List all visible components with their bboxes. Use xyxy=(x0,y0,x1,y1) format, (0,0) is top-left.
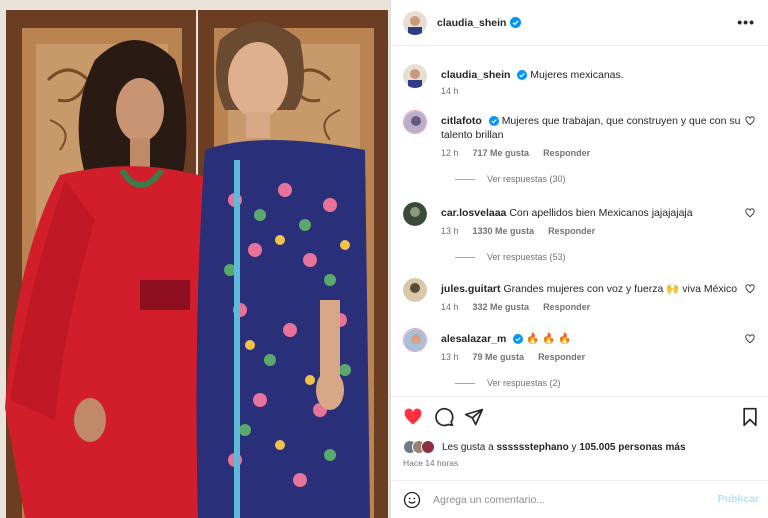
verified-badge-icon xyxy=(513,334,524,344)
reply-button[interactable]: Responder xyxy=(538,352,585,362)
caption-text: Mujeres mexicanas. xyxy=(530,69,624,81)
paper-plane-icon[interactable] xyxy=(464,407,484,427)
verified-badge-icon xyxy=(510,17,522,28)
commenter-avatar[interactable] xyxy=(403,328,427,352)
comment-text: Grandes mujeres con voz y fuerza 🙌 viva … xyxy=(503,283,738,295)
add-comment-bar: Publicar xyxy=(391,480,768,518)
post-side-panel: claudia_shein ••• claudia_shein Mujeres … xyxy=(390,0,768,518)
likes-middle: y xyxy=(571,441,577,453)
caption-time: 14 h xyxy=(441,86,459,96)
divider xyxy=(455,382,475,384)
comment-time: 14 h xyxy=(441,302,459,312)
emoji-smile-icon[interactable] xyxy=(403,491,421,509)
post-photo[interactable] xyxy=(0,0,390,518)
view-replies-label[interactable]: Ver respuestas (53) xyxy=(487,252,566,262)
likes-prefix: Les gusta a xyxy=(442,441,494,453)
comment-bubble-icon[interactable] xyxy=(434,407,454,427)
view-replies[interactable]: Ver respuestas (30) xyxy=(441,174,566,184)
comment-likes[interactable]: 717 Me gusta xyxy=(473,148,530,158)
comment-username[interactable]: jules.guitart xyxy=(441,283,501,295)
post-header: claudia_shein ••• xyxy=(391,0,768,46)
commenter-avatar[interactable] xyxy=(403,202,427,226)
reply-button[interactable]: Responder xyxy=(543,302,590,312)
comment-meta: 13 h 79 Me gusta Responder xyxy=(441,352,585,362)
comment-like-heart-icon[interactable] xyxy=(745,284,755,294)
author-avatar[interactable] xyxy=(403,10,427,35)
bookmark-icon[interactable] xyxy=(741,407,759,427)
divider xyxy=(455,256,475,258)
caption-meta: 14 h xyxy=(441,86,459,96)
heart-filled-icon[interactable] xyxy=(403,407,423,427)
comments-list[interactable]: claudia_shein Mujeres mexicanas. 14 h ci… xyxy=(391,54,768,394)
likes-count[interactable]: 105.005 personas más xyxy=(579,442,685,453)
comment-meta: 14 h 332 Me gusta Responder xyxy=(441,302,590,312)
view-replies[interactable]: Ver respuestas (53) xyxy=(441,252,566,262)
likes-user[interactable]: sssssstephano xyxy=(497,442,569,453)
publish-button[interactable]: Publicar xyxy=(718,493,759,505)
verified-badge-icon xyxy=(517,70,528,80)
comment-likes[interactable]: 332 Me gusta xyxy=(473,302,530,312)
comment-meta: 13 h 1330 Me gusta Responder xyxy=(441,226,595,236)
comment-like-heart-icon[interactable] xyxy=(745,334,755,344)
verified-badge-icon xyxy=(488,116,499,126)
comment-likes[interactable]: 79 Me gusta xyxy=(473,352,525,362)
post-action-bar xyxy=(391,396,768,436)
likes-summary[interactable]: Les gusta a sssssstephano y 105.005 pers… xyxy=(403,440,686,454)
reply-button[interactable]: Responder xyxy=(548,226,595,236)
likes-text: Les gusta a sssssstephano y 105.005 pers… xyxy=(442,442,686,453)
comment-meta: 12 h 717 Me gusta Responder xyxy=(441,148,590,158)
divider xyxy=(455,178,475,180)
comment-likes[interactable]: 1330 Me gusta xyxy=(473,226,535,236)
comment-like-heart-icon[interactable] xyxy=(745,208,755,218)
view-replies-label[interactable]: Ver respuestas (30) xyxy=(487,174,566,184)
liker-avatar xyxy=(421,440,435,454)
comment-text: 🔥 🔥 🔥 xyxy=(526,333,572,345)
instagram-post: claudia_shein ••• claudia_shein Mujeres … xyxy=(0,0,768,518)
comment-time: 13 h xyxy=(441,226,459,236)
view-replies-label[interactable]: Ver respuestas (2) xyxy=(487,378,561,388)
comment-time: 13 h xyxy=(441,352,459,362)
comment-username[interactable]: car.losvelaaa xyxy=(441,207,506,219)
commenter-avatar[interactable] xyxy=(403,110,427,134)
comment-time: 12 h xyxy=(441,148,459,158)
author-username[interactable]: claudia_shein xyxy=(437,17,506,29)
comment-input[interactable] xyxy=(433,493,703,506)
reply-button[interactable]: Responder xyxy=(543,148,590,158)
post-timestamp: Hace 14 horas xyxy=(403,458,459,468)
comment-text: Mujeres que trabajan, que construyen y q… xyxy=(441,115,741,141)
view-replies[interactable]: Ver respuestas (2) xyxy=(441,378,561,388)
photo-illustration xyxy=(0,0,390,518)
caption-username[interactable]: claudia_shein xyxy=(441,69,510,81)
comment-username[interactable]: alesalazar_m xyxy=(441,333,506,345)
commenter-avatar[interactable] xyxy=(403,278,427,302)
comment-username[interactable]: citlafoto xyxy=(441,115,482,127)
comment-like-heart-icon[interactable] xyxy=(745,116,755,126)
author-avatar[interactable] xyxy=(403,64,427,88)
comment-text: Con apellidos bien Mexicanos jajajajaja xyxy=(509,207,693,219)
more-options-icon[interactable]: ••• xyxy=(737,14,755,30)
